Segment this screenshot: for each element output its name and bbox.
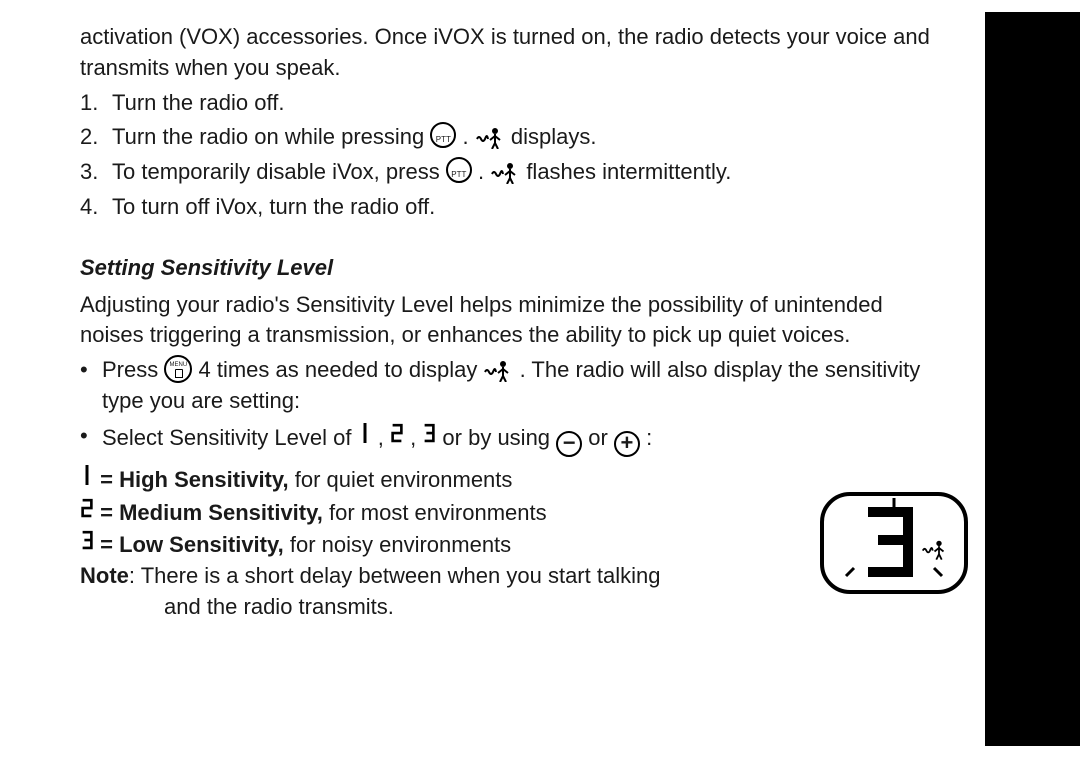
- text: or: [588, 425, 614, 450]
- step-text: To temporarily disable iVox, press . fla…: [112, 157, 950, 188]
- segment-3-icon: [422, 421, 436, 445]
- section-intro: Adjusting your radio's Sensitivity Level…: [80, 290, 950, 352]
- text: Turn the radio on while pressing: [112, 124, 430, 149]
- step-text: Turn the radio on while pressing . displ…: [112, 122, 950, 153]
- segment-3-icon: [80, 528, 94, 552]
- level-label: = Low Sensitivity,: [100, 532, 284, 557]
- segment-2-icon: [390, 421, 404, 445]
- step-2: 2. Turn the radio on while pressing . di…: [80, 122, 950, 153]
- text: .: [462, 124, 474, 149]
- text: or by using: [442, 425, 556, 450]
- bullet-text: Press 4 times as needed to display . The…: [102, 355, 950, 417]
- text: displays.: [511, 124, 597, 149]
- step-number: 2.: [80, 122, 106, 153]
- text: .: [478, 159, 490, 184]
- level-desc: for quiet environments: [295, 467, 513, 492]
- radio-display-illustration: [818, 490, 970, 596]
- step-number: 4.: [80, 192, 106, 223]
- vox-icon: [490, 160, 520, 184]
- text: ,: [410, 425, 422, 450]
- bullet-text: Select Sensitivity Level of , , or by us…: [102, 421, 950, 457]
- text: ,: [378, 425, 390, 450]
- vox-icon: [475, 125, 505, 149]
- text: To temporarily disable iVox, press: [112, 159, 446, 184]
- ptt-icon: [446, 157, 472, 183]
- minus-icon: −: [556, 431, 582, 457]
- menu-icon: [164, 355, 192, 383]
- note-label: Note: [80, 563, 129, 588]
- step-text: Turn the radio off.: [112, 88, 950, 119]
- bullet-mark: •: [80, 421, 96, 457]
- bullet-2: • Select Sensitivity Level of , , or by …: [80, 421, 950, 457]
- level-desc: for most environments: [329, 500, 547, 525]
- level-label: = High Sensitivity,: [100, 467, 288, 492]
- intro-paragraph: activation (VOX) accessories. Once iVOX …: [80, 22, 950, 84]
- text: 4 times as needed to display: [199, 357, 478, 382]
- segment-2-icon: [80, 496, 94, 520]
- level-desc: for noisy environments: [290, 532, 511, 557]
- step-text: To turn off iVox, turn the radio off.: [112, 192, 950, 223]
- ptt-icon: [430, 122, 456, 148]
- step-1: 1. Turn the radio off.: [80, 88, 950, 119]
- step-number: 3.: [80, 157, 106, 188]
- level-label: = Medium Sensitivity,: [100, 500, 323, 525]
- note-text: : There is a short delay between when yo…: [129, 563, 661, 588]
- text: flashes intermittently.: [526, 159, 731, 184]
- bullet-mark: •: [80, 355, 96, 417]
- step-4: 4. To turn off iVox, turn the radio off.: [80, 192, 950, 223]
- text: :: [646, 425, 652, 450]
- segment-1-icon: [80, 463, 94, 487]
- bullet-1: • Press 4 times as needed to display . T…: [80, 355, 950, 417]
- chapter-sidebar: 25 Changing your Radios Settings: [985, 12, 1080, 746]
- segment-1-icon: [358, 421, 372, 445]
- text: Select Sensitivity Level of: [102, 425, 358, 450]
- section-heading: Setting Sensitivity Level: [80, 253, 950, 284]
- step-number: 1.: [80, 88, 106, 119]
- step-3: 3. To temporarily disable iVox, press . …: [80, 157, 950, 188]
- text: Press: [102, 357, 158, 382]
- plus-icon: +: [614, 431, 640, 457]
- vox-icon: [483, 358, 513, 382]
- note-text-line2: and the radio transmits.: [80, 592, 950, 623]
